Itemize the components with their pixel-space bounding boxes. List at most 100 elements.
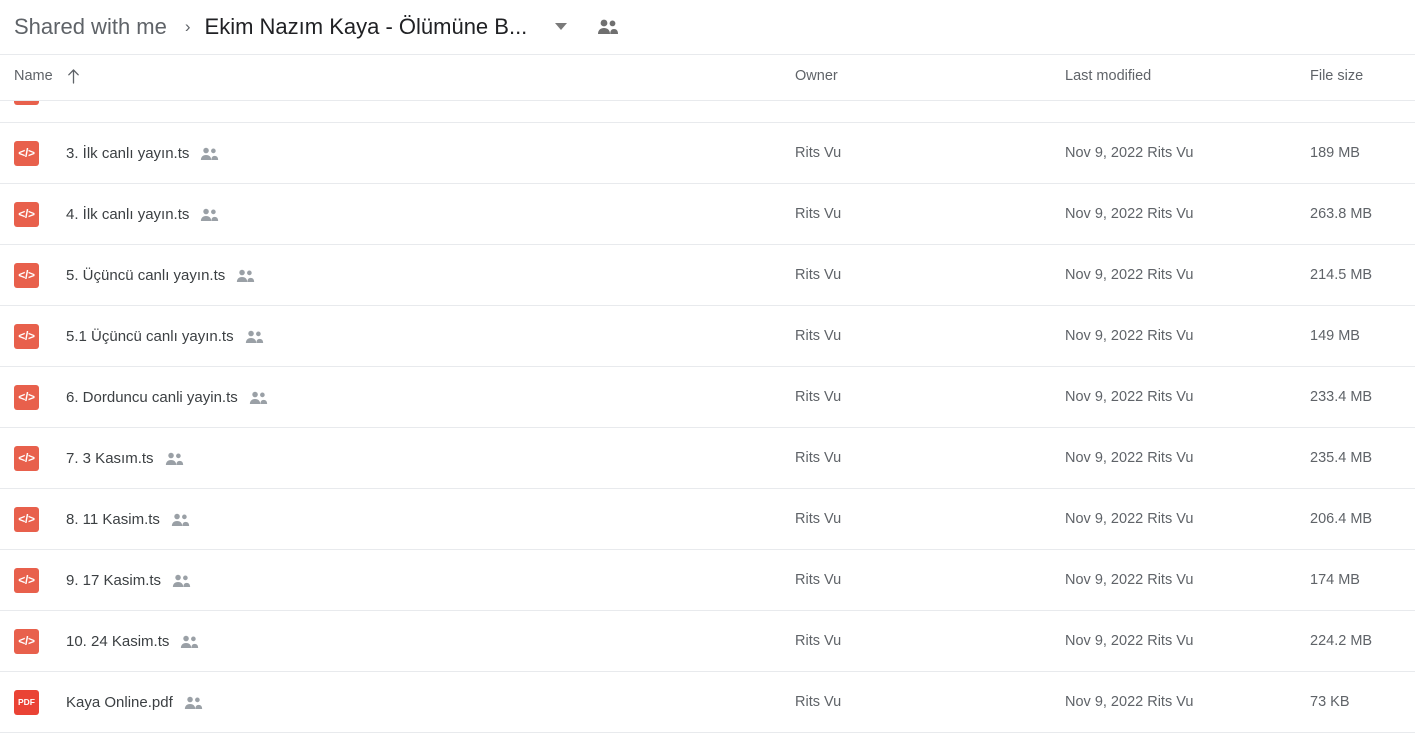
file-owner: Rits Vu: [795, 450, 842, 466]
file-owner: Rits Vu: [795, 694, 842, 710]
file-name-cell: </> 5. Üçüncü canlı yayın.ts: [14, 245, 255, 305]
file-name-cell: </>2. İlk canlı yayın öncesi kısa bilgil…: [14, 101, 387, 122]
code-file-icon: </>: [14, 567, 39, 593]
file-name: 5.1 Üçüncü canlı yayın.ts: [66, 327, 234, 345]
table-row[interactable]: </> 3. İlk canlı yayın.ts Rits Vu Nov 9, 20…: [0, 123, 1415, 184]
code-file-icon: </>: [14, 628, 39, 654]
file-owner: Rits Vu: [795, 328, 842, 344]
file-name-cell: </> 4. İlk canlı yayın.ts: [14, 184, 219, 244]
breadcrumb-item-current-folder[interactable]: Ekim Nazım Kaya - Ölümüne B...: [201, 12, 532, 42]
file-size: 235.4 MB: [1310, 450, 1373, 466]
table-row[interactable]: </> 5.1 Üçüncü canlı yayın.ts Rits Vu Nov 9…: [0, 306, 1415, 367]
table-row[interactable]: </> 7. 3 Kasım.ts Rits Vu Nov 9, 2022 Rits …: [0, 428, 1415, 489]
table-row[interactable]: </> 9. 17 Kasim.ts Rits Vu Nov 9, 2022 Rits…: [0, 550, 1415, 611]
file-size: 263.8 MB: [1310, 206, 1373, 222]
column-header-owner[interactable]: Owner: [795, 68, 838, 84]
shared-people-icon: [172, 574, 191, 588]
code-file-icon: </>: [14, 262, 39, 288]
file-name: 8. 11 Kasim.ts: [66, 510, 160, 528]
shared-people-icon: [165, 452, 184, 466]
column-header-last-modified[interactable]: Last modified: [1065, 68, 1151, 84]
file-last-modified: Nov 9, 2022 Rits Vu: [1065, 511, 1194, 527]
arrow-up-icon[interactable]: [67, 68, 80, 84]
file-size: 149 MB: [1310, 328, 1360, 344]
file-name-cell: </> 8. 11 Kasim.ts: [14, 489, 190, 549]
file-icon-label: PDF: [18, 697, 35, 707]
shared-people-icon: [180, 635, 199, 649]
file-name: 7. 3 Kasım.ts: [66, 449, 154, 467]
file-owner: Rits Vu: [795, 511, 842, 527]
table-row[interactable]: </> 4. İlk canlı yayın.ts Rits Vu Nov 9, 20…: [0, 184, 1415, 245]
file-last-modified: Nov 9, 2022 Rits Vu: [1065, 101, 1193, 122]
file-last-modified: Nov 9, 2022 Rits Vu: [1065, 572, 1194, 588]
code-file-icon: </>: [14, 384, 39, 410]
file-last-modified: Nov 9, 2022 Rits Vu: [1065, 694, 1194, 710]
code-file-icon: </>: [14, 201, 39, 227]
file-name-cell: </> 6. Dorduncu canli yayin.ts: [14, 367, 268, 427]
chevron-down-icon[interactable]: [549, 15, 573, 39]
file-icon-label: </>: [18, 268, 35, 282]
file-owner: Rits Vu: [795, 572, 842, 588]
file-name: 5. Üçüncü canlı yayın.ts: [66, 266, 226, 284]
file-name-cell: </> 3. İlk canlı yayın.ts: [14, 123, 219, 183]
table-row[interactable]: PDF Kaya Online.pdf Rits Vu Nov 9, 2022 Rit…: [0, 672, 1415, 733]
file-owner: Rits Vu: [795, 206, 842, 222]
table-row[interactable]: </> 10. 24 Kasim.ts Rits Vu Nov 9, 2022 Rit…: [0, 611, 1415, 672]
shared-people-icon: [236, 269, 255, 283]
file-icon-label: </>: [18, 207, 35, 221]
column-header-name[interactable]: Name: [14, 68, 80, 84]
file-name: Kaya Online.pdf: [66, 693, 173, 711]
file-size: 189 MB: [1310, 145, 1360, 161]
shared-people-icon: [200, 147, 219, 161]
file-last-modified: Nov 9, 2022 Rits Vu: [1065, 633, 1194, 649]
file-owner: Rits Vu: [795, 101, 841, 122]
file-icon-label: </>: [18, 146, 35, 160]
file-name-cell: </> 7. 3 Kasım.ts: [14, 428, 184, 488]
file-name: 4. İlk canlı yayın.ts: [66, 205, 190, 223]
pdf-file-icon: PDF: [14, 689, 39, 715]
file-size: 19.5 MB: [1310, 101, 1364, 122]
file-name-cell: PDF Kaya Online.pdf: [14, 672, 203, 732]
file-name: 9. 17 Kasim.ts: [66, 571, 162, 589]
file-icon-label: </>: [18, 512, 35, 526]
code-file-icon: </>: [14, 506, 39, 532]
file-owner: Rits Vu: [795, 145, 842, 161]
code-file-icon: </>: [14, 323, 39, 349]
file-owner: Rits Vu: [795, 633, 842, 649]
file-name-cell: </> 5.1 Üçüncü canlı yayın.ts: [14, 306, 264, 366]
file-last-modified: Nov 9, 2022 Rits Vu: [1065, 206, 1194, 222]
file-icon-label: </>: [18, 634, 35, 648]
file-size: 174 MB: [1310, 572, 1360, 588]
code-file-icon: </>: [14, 140, 39, 166]
file-name: 10. 24 Kasim.ts: [66, 632, 170, 650]
column-header-file-size[interactable]: File size: [1310, 68, 1363, 84]
table-row[interactable]: </> 6. Dorduncu canli yayin.ts Rits Vu Nov …: [0, 367, 1415, 428]
file-size: 233.4 MB: [1310, 389, 1373, 405]
people-icon[interactable]: [595, 14, 621, 40]
file-owner: Rits Vu: [795, 389, 842, 405]
shared-people-icon: [171, 513, 190, 527]
table-column-headers: Name Owner Last modified File size: [0, 55, 1415, 101]
breadcrumb-item-shared-with-me[interactable]: Shared with me: [8, 12, 173, 42]
file-size: 206.4 MB: [1310, 511, 1373, 527]
breadcrumb-separator-icon: ›: [184, 17, 191, 36]
code-file-icon: </>: [14, 445, 39, 471]
file-icon-label: </>: [18, 390, 35, 404]
file-icon-label: </>: [18, 573, 35, 587]
file-last-modified: Nov 9, 2022 Rits Vu: [1065, 328, 1194, 344]
shared-people-icon: [200, 208, 219, 222]
file-name-cell: </> 9. 17 Kasim.ts: [14, 550, 191, 610]
table-row[interactable]: </> 8. 11 Kasim.ts Rits Vu Nov 9, 2022 Rits…: [0, 489, 1415, 550]
file-size: 214.5 MB: [1310, 267, 1373, 283]
column-header-name-label: Name: [14, 68, 53, 84]
file-name: 3. İlk canlı yayın.ts: [66, 144, 190, 162]
table-row[interactable]: </>2. İlk canlı yayın öncesi kısa bilgil…: [0, 101, 1415, 123]
shared-people-icon: [249, 391, 268, 405]
file-last-modified: Nov 9, 2022 Rits Vu: [1065, 145, 1194, 161]
file-owner: Rits Vu: [795, 267, 842, 283]
table-row[interactable]: </> 5. Üçüncü canlı yayın.ts Rits Vu Nov 9,…: [0, 245, 1415, 306]
breadcrumb: Shared with me › Ekim Nazım Kaya - Ölümü…: [0, 0, 1415, 55]
file-last-modified: Nov 9, 2022 Rits Vu: [1065, 450, 1194, 466]
file-name: 6. Dorduncu canli yayin.ts: [66, 388, 238, 406]
file-icon-label: </>: [18, 451, 35, 465]
